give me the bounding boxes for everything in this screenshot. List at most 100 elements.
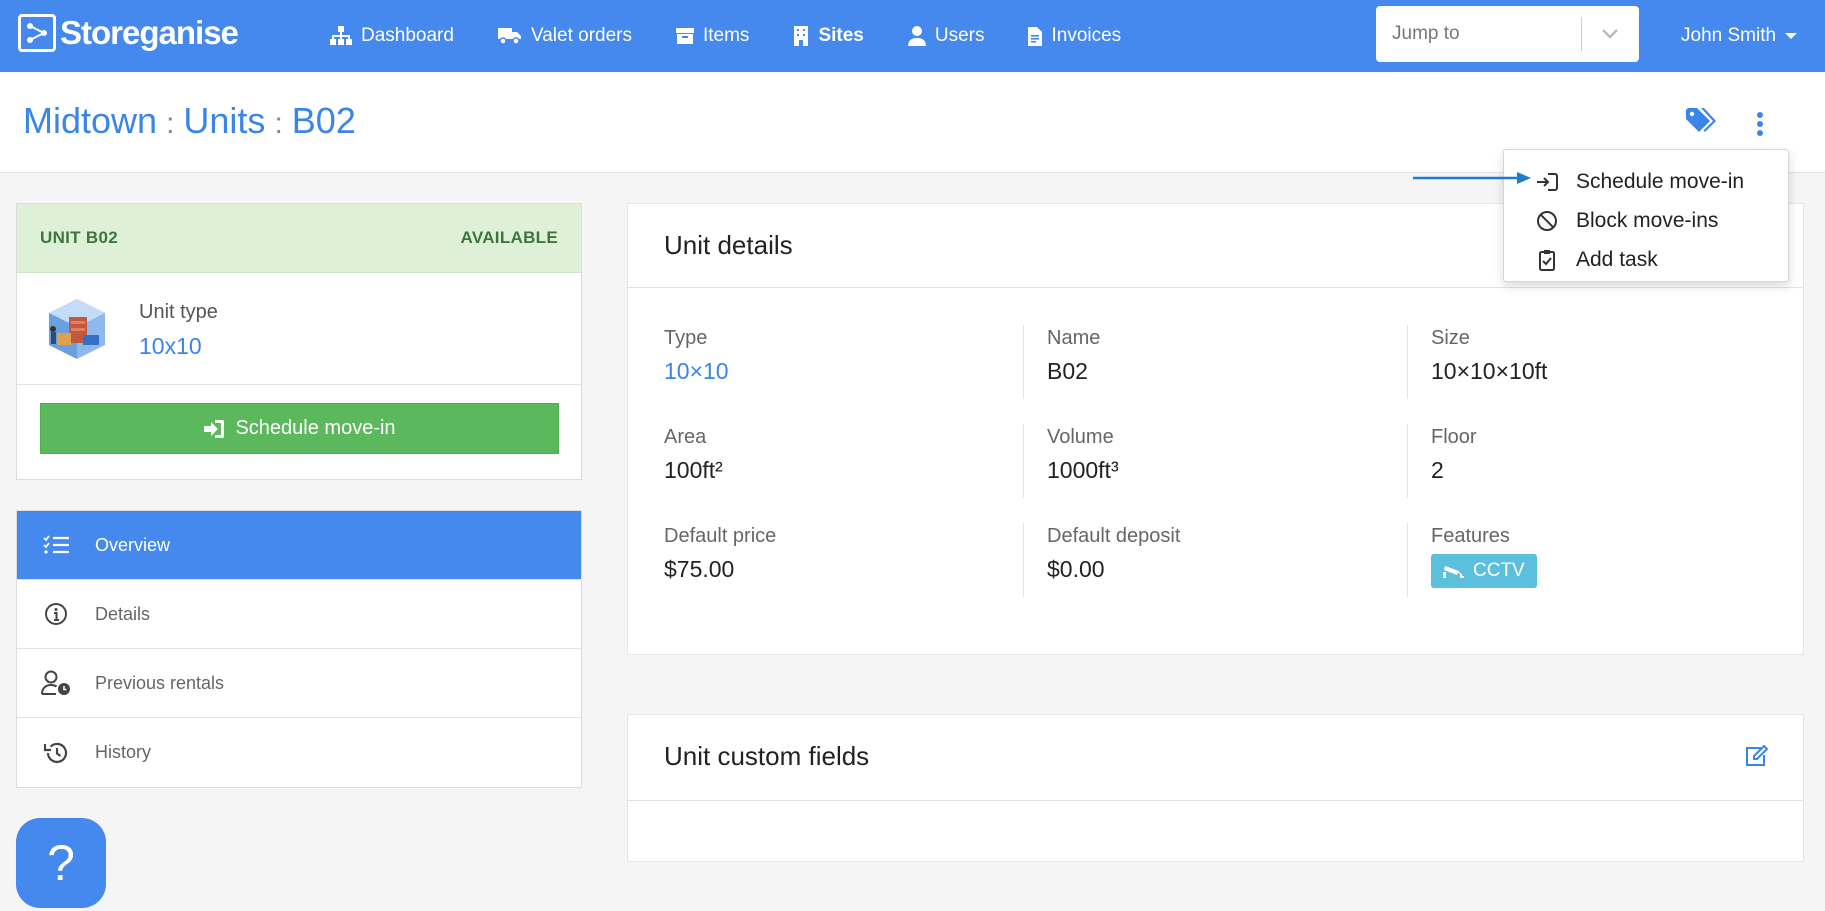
nav-label: Valet orders — [530, 25, 632, 46]
edit-icon[interactable] — [1744, 744, 1769, 772]
annotation-arrow-right-icon — [1413, 172, 1531, 184]
field-label: Type — [664, 327, 708, 349]
logo-icon — [18, 14, 56, 52]
side-item-details[interactable]: Details — [17, 580, 581, 649]
field-value: 1000ft³ — [1047, 457, 1119, 483]
file-invoice-icon — [1028, 26, 1043, 46]
breadcrumb: Midtown : Units : B02 — [23, 100, 356, 142]
clipboard-check-icon — [1539, 249, 1555, 271]
column-divider — [1023, 424, 1024, 498]
field-label: Default deposit — [1047, 525, 1181, 547]
field-size: Size 10×10×10ft — [1431, 327, 1761, 385]
column-divider — [1023, 325, 1024, 399]
field-label: Area — [664, 426, 707, 448]
nav-label: Invoices — [1051, 25, 1122, 46]
field-label: Name — [1047, 327, 1101, 349]
field-value: 100ft² — [664, 457, 723, 483]
caret-down-icon — [1785, 33, 1798, 39]
schedule-button-label: Schedule move-in — [235, 417, 396, 439]
nav-item-dashboard[interactable]: Dashboard — [330, 25, 454, 47]
panel-divider — [628, 287, 1803, 288]
storage-unit-illustration-icon — [43, 295, 111, 368]
field-label: Features — [1431, 525, 1510, 547]
side-item-label: History — [95, 742, 152, 762]
menu-item-block-move-ins[interactable]: Block move-ins — [1504, 201, 1788, 240]
field-floor: Floor 2 — [1431, 426, 1761, 484]
truck-icon — [497, 28, 521, 45]
top-navbar: Storeganise Dashboard Valet orders Items… — [0, 0, 1825, 72]
field-value: $75.00 — [664, 556, 735, 582]
field-label: Volume — [1047, 426, 1114, 448]
breadcrumb-site[interactable]: Midtown — [23, 100, 157, 142]
chevron-down-icon[interactable] — [1582, 28, 1638, 40]
side-item-overview[interactable]: Overview — [17, 511, 581, 580]
unit-custom-fields-panel: Unit custom fields — [627, 714, 1804, 862]
nav-label: Users — [934, 25, 985, 46]
column-divider — [1023, 523, 1024, 597]
cctv-camera-icon — [1443, 566, 1464, 578]
menu-item-label: Add task — [1576, 247, 1658, 271]
nav-label: Dashboard — [361, 25, 454, 46]
panel-title: Unit details — [664, 230, 793, 260]
nav-item-items[interactable]: Items — [675, 25, 750, 47]
field-label: Default price — [664, 525, 777, 547]
sign-in-icon — [1537, 172, 1558, 191]
nav-item-users[interactable]: Users — [907, 25, 985, 47]
nav-item-valet-orders[interactable]: Valet orders — [497, 25, 632, 47]
column-divider — [1407, 424, 1408, 498]
field-type: Type 10×10 — [664, 327, 994, 385]
unit-card-header: UNIT B02 AVAILABLE — [17, 204, 581, 273]
breadcrumb-separator: : — [166, 107, 175, 140]
side-item-label: Previous rentals — [95, 672, 225, 693]
user-menu[interactable]: John Smith — [1681, 0, 1798, 72]
side-item-previous-rentals[interactable]: Previous rentals — [17, 649, 581, 718]
building-icon — [794, 26, 809, 46]
user-icon — [907, 26, 926, 46]
sitemap-icon — [330, 26, 352, 45]
status-badge: AVAILABLE — [460, 228, 558, 247]
field-value: 2 — [1431, 457, 1444, 483]
menu-item-add-task[interactable]: Add task — [1504, 240, 1788, 279]
side-item-history[interactable]: History — [17, 718, 581, 787]
field-value: 10×10×10ft — [1431, 358, 1548, 384]
ban-icon — [1537, 210, 1557, 231]
jump-to-select[interactable] — [1376, 6, 1639, 62]
menu-item-label: Schedule move-in — [1576, 169, 1745, 193]
actions-dropdown-menu: Schedule move-in Block move-ins Add task — [1503, 149, 1789, 282]
side-item-label: Overview — [95, 534, 171, 555]
help-label: ? — [47, 835, 75, 891]
brand-logo[interactable]: Storeganise — [18, 14, 239, 52]
unit-type-link[interactable]: 10x10 — [139, 333, 202, 360]
help-button[interactable]: ? — [16, 818, 106, 908]
feature-badge-cctv: CCTV — [1431, 554, 1537, 588]
unit-side-menu: Overview Details Previous rentals Histor… — [16, 510, 582, 788]
unit-title: UNIT B02 — [40, 228, 118, 247]
nav-item-sites[interactable]: Sites — [793, 25, 864, 47]
menu-item-schedule-move-in[interactable]: Schedule move-in — [1504, 162, 1788, 201]
breadcrumb-section[interactable]: Units — [183, 100, 265, 142]
history-icon — [43, 742, 68, 763]
unit-type-label: Unit type — [139, 301, 218, 323]
field-value: B02 — [1047, 358, 1088, 384]
list-check-icon — [43, 535, 69, 554]
side-item-label: Details — [95, 603, 151, 624]
schedule-move-in-button[interactable]: Schedule move-in — [40, 403, 559, 454]
more-vertical-icon[interactable] — [1756, 112, 1764, 141]
column-divider — [1407, 325, 1408, 399]
field-default-price: Default price $75.00 — [664, 525, 994, 583]
nav-label: Items — [702, 25, 750, 46]
field-default-deposit: Default deposit $0.00 — [1047, 525, 1377, 583]
field-label: Floor — [1431, 426, 1477, 448]
field-features: Features CCTV — [1431, 525, 1761, 588]
field-type-value-link[interactable]: 10×10 — [664, 358, 994, 385]
user-clock-icon — [41, 670, 70, 695]
field-value: $0.00 — [1047, 556, 1105, 582]
jump-to-input[interactable] — [1376, 23, 1581, 45]
nav-item-invoices[interactable]: Invoices — [1028, 25, 1121, 47]
field-label: Size — [1431, 327, 1470, 349]
panel-title: Unit custom fields — [664, 741, 870, 771]
info-circle-icon — [45, 603, 67, 625]
tags-icon[interactable] — [1686, 108, 1716, 139]
badge-label: CCTV — [1473, 560, 1525, 581]
field-volume: Volume 1000ft³ — [1047, 426, 1377, 484]
